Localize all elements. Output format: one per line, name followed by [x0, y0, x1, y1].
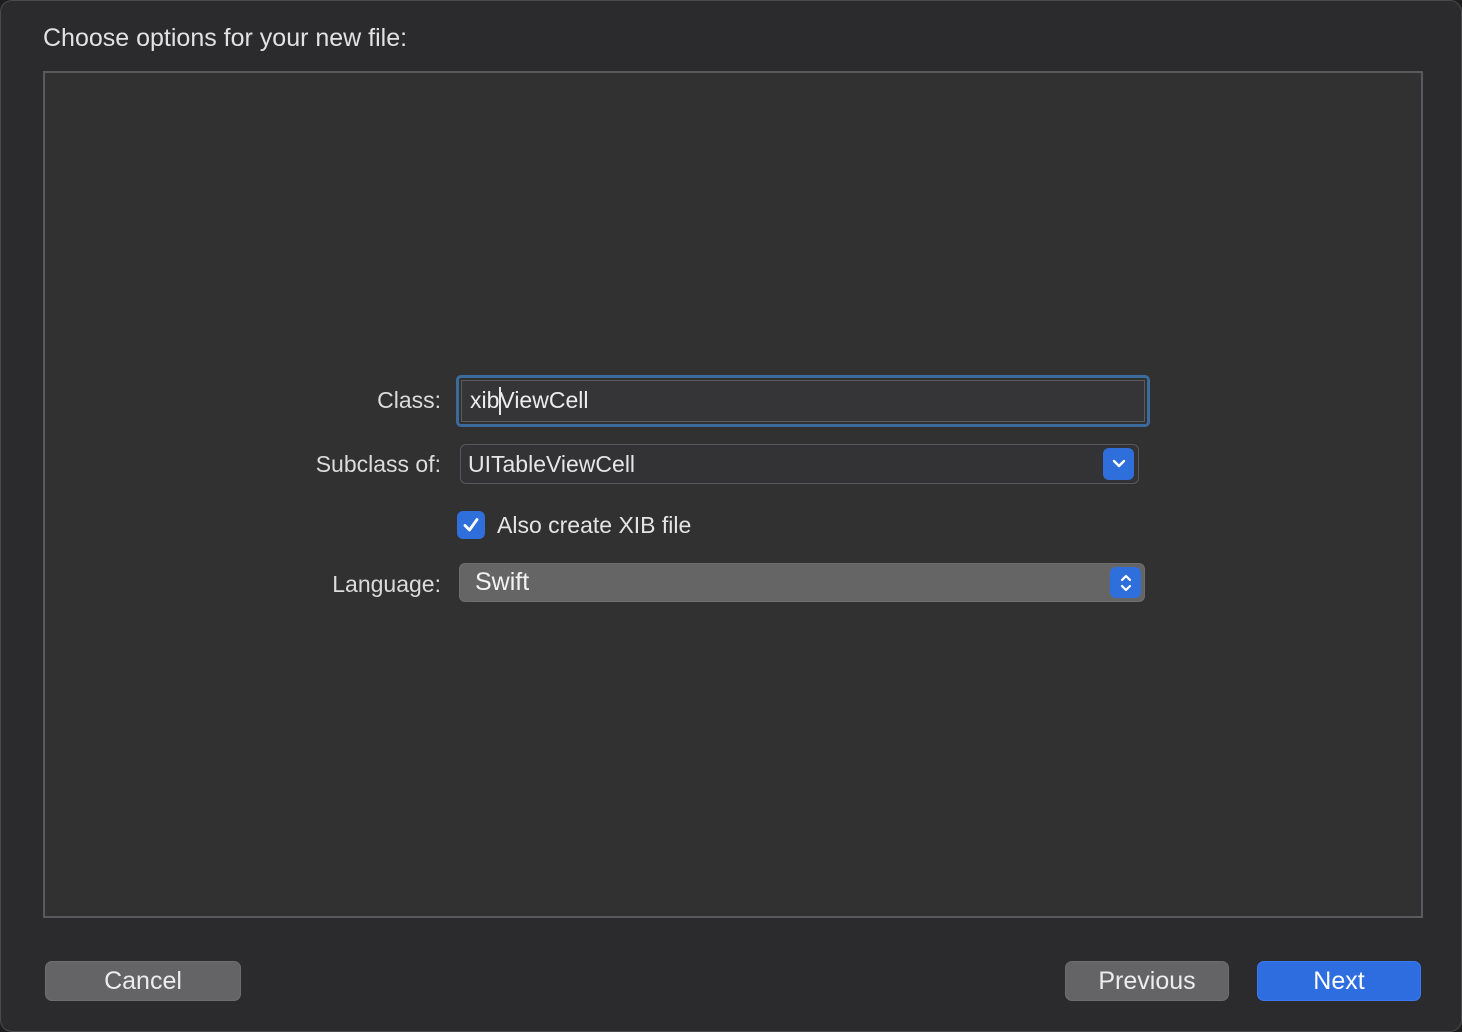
options-panel [43, 71, 1423, 918]
subclass-dropdown-button[interactable] [1103, 448, 1134, 480]
next-button[interactable]: Next [1257, 961, 1421, 1001]
language-popup-arrows [1110, 567, 1141, 598]
class-name-input[interactable]: xibViewCell [461, 380, 1145, 422]
language-value: Swift [475, 568, 530, 596]
language-label: Language: [332, 571, 441, 597]
previous-button[interactable]: Previous [1065, 961, 1229, 1001]
cancel-button[interactable]: Cancel [45, 961, 241, 1001]
class-name-field[interactable]: xibViewCell [456, 375, 1150, 427]
subclass-value: UITableViewCell [468, 451, 636, 477]
class-name-value: xibViewCell [470, 387, 589, 413]
new-file-options-dialog: Choose options for your new file: Class:… [0, 0, 1462, 1032]
dialog-title: Choose options for your new file: [43, 24, 408, 52]
checkmark-icon [463, 518, 479, 532]
also-create-xib-checkbox[interactable] [457, 511, 485, 539]
subclass-combo-box[interactable]: UITableViewCell [460, 444, 1139, 484]
subclass-label: Subclass of: [315, 451, 441, 477]
chevron-down-icon [1112, 459, 1125, 468]
text-caret [499, 387, 501, 415]
also-create-xib-label[interactable]: Also create XIB file [497, 510, 691, 540]
language-popup-button[interactable]: Swift [459, 563, 1145, 602]
up-down-chevron-icon [1120, 574, 1131, 591]
class-label: Class: [377, 387, 441, 413]
